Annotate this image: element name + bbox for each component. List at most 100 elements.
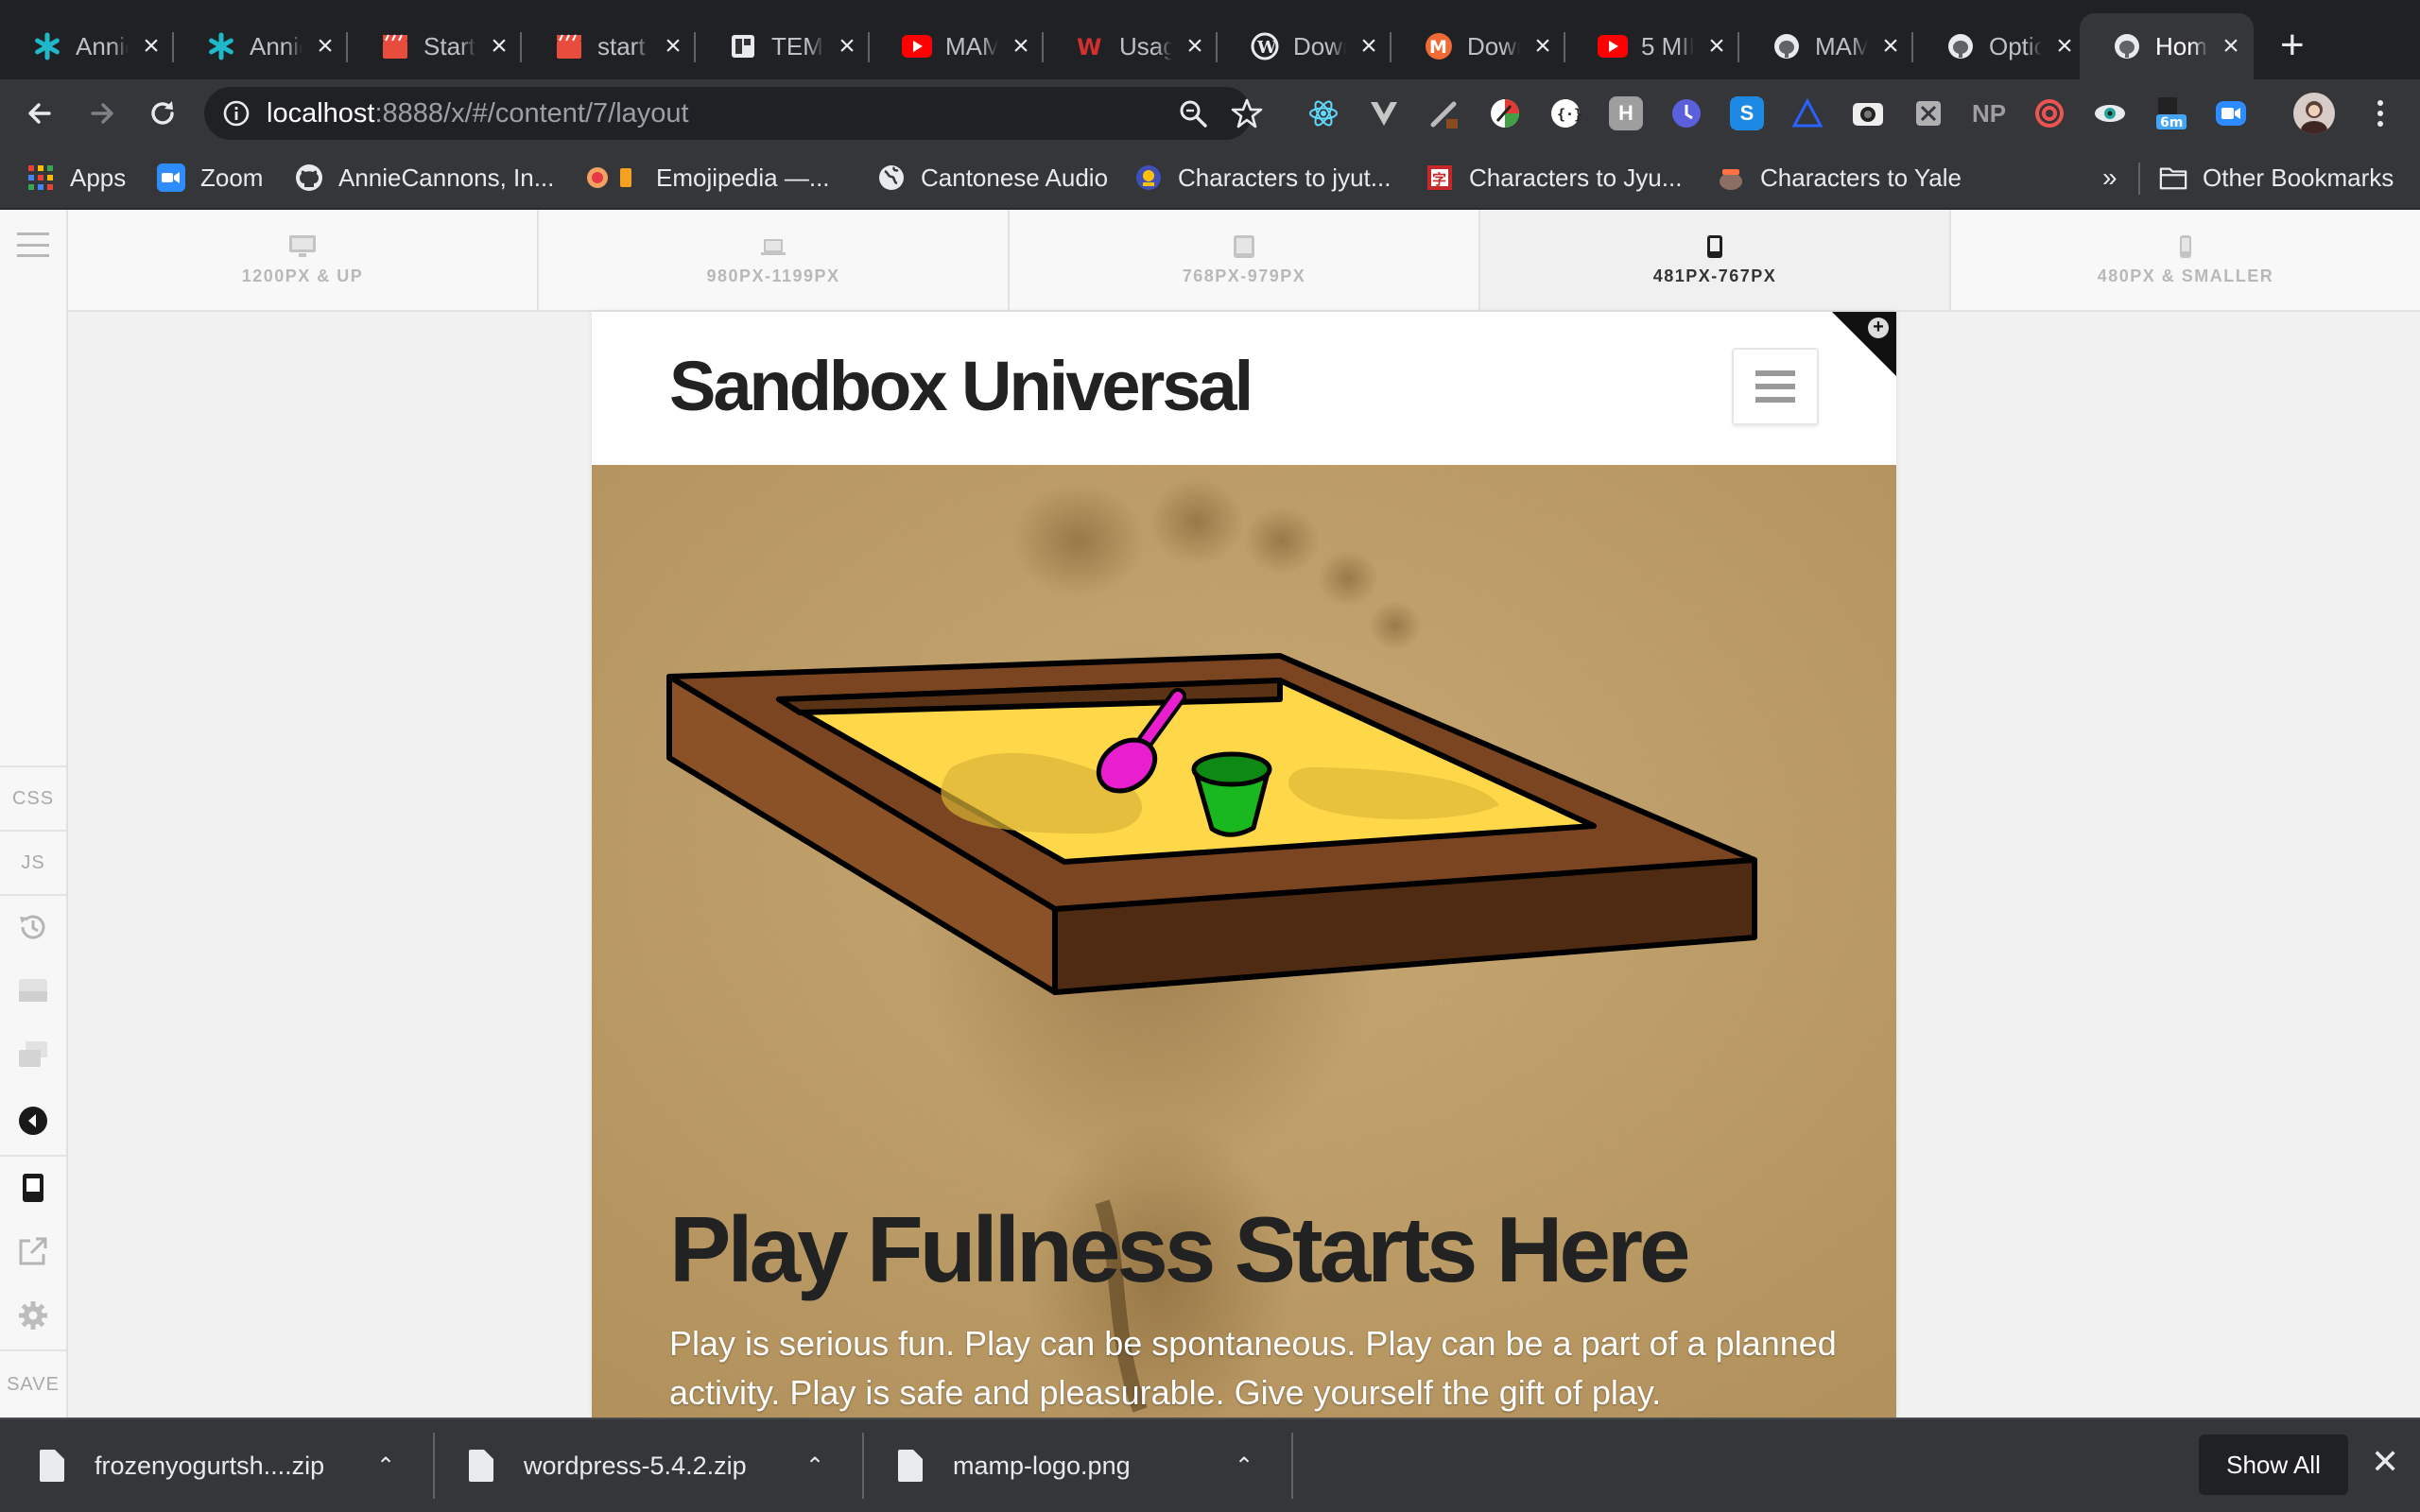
brush-icon[interactable] xyxy=(1427,96,1461,130)
puzzle-icon[interactable] xyxy=(1911,96,1945,130)
tab-close-icon[interactable]: × xyxy=(662,30,684,62)
tab-close-icon[interactable]: × xyxy=(1357,30,1380,62)
zip-file-icon xyxy=(469,1450,493,1482)
eye-icon[interactable] xyxy=(2093,96,2127,130)
info-icon[interactable] xyxy=(223,100,250,131)
back-button[interactable] xyxy=(19,93,60,134)
tab-close-icon[interactable]: × xyxy=(488,30,510,62)
reload-icon xyxy=(151,101,174,125)
tab-close-icon[interactable]: × xyxy=(1010,30,1032,62)
history-button[interactable] xyxy=(0,894,66,958)
show-all-button[interactable]: Show All xyxy=(2199,1435,2348,1495)
profile-avatar[interactable] xyxy=(2293,93,2335,134)
tab-close-icon[interactable]: × xyxy=(2220,30,2242,62)
colorpick-icon[interactable] xyxy=(1488,96,1522,130)
tab-close-icon[interactable]: × xyxy=(2053,30,2076,62)
zoom-magnifier-icon[interactable] xyxy=(1178,98,1208,133)
open-external-button[interactable] xyxy=(0,1219,66,1283)
bookmark-apps[interactable]: Apps xyxy=(26,161,126,195)
mobile-menu-button[interactable] xyxy=(1732,348,1819,425)
forward-button[interactable] xyxy=(81,93,123,134)
download-item[interactable]: wordpress-5.4.2.zip ⌃ xyxy=(469,1419,864,1512)
spiral-icon[interactable] xyxy=(2032,96,2066,130)
bookmarks-overflow-button[interactable]: » xyxy=(2102,161,2118,195)
reload-button[interactable] xyxy=(142,93,183,134)
breakpoint-phone[interactable]: 480PX & SMALLER xyxy=(1951,210,2420,310)
stack-button[interactable] xyxy=(0,1022,66,1087)
page-builder: CSS JS SAVE 1200PX & UP 980PX-1199PX 768… xyxy=(0,210,2420,1418)
tab-close-icon[interactable]: × xyxy=(1705,30,1728,62)
tab[interactable]: TEMPLATE × xyxy=(696,13,870,79)
save-button[interactable]: SAVE xyxy=(0,1349,66,1418)
tab[interactable]: Options × xyxy=(1913,13,2087,79)
tab-label: Download xyxy=(1293,31,1346,60)
address-bar[interactable]: localhost:8888/x/#/content/7/layout xyxy=(204,87,1263,140)
tab[interactable]: MAMP × xyxy=(1739,13,1913,79)
kebab-menu-icon[interactable] xyxy=(2361,94,2399,132)
site-title[interactable]: Sandbox Universal xyxy=(669,346,1253,426)
chevron-up-icon[interactable]: ⌃ xyxy=(796,1452,834,1480)
np-icon[interactable]: NP xyxy=(1972,96,2006,130)
tab-close-icon[interactable]: × xyxy=(1184,30,1206,62)
bookmark-emojipedia[interactable]: Emojipedia —... xyxy=(586,161,830,195)
js-button[interactable]: JS xyxy=(0,830,66,894)
tab-close-icon[interactable]: × xyxy=(1879,30,1902,62)
wordpress-icon: W xyxy=(1250,31,1280,61)
site-preview[interactable]: Sandbox Universal + Play Fullness Starts… xyxy=(592,312,1896,1418)
tab-close-icon[interactable]: × xyxy=(836,30,858,62)
browser-toolbar: localhost:8888/x/#/content/7/layout {·} … xyxy=(0,79,2420,147)
hamburger-icon[interactable] xyxy=(17,232,49,257)
chevron-up-icon[interactable]: ⌃ xyxy=(1225,1452,1263,1480)
tab[interactable]: M Download × xyxy=(1392,13,1565,79)
bookmark-characters-jyu[interactable]: 字 Characters to Jyu... xyxy=(1426,161,1682,195)
add-module-icon[interactable]: + xyxy=(1868,318,1889,338)
tab[interactable]: Start × xyxy=(348,13,522,79)
url-text[interactable]: localhost:8888/x/#/content/7/layout xyxy=(267,98,689,129)
breakpoint-laptop[interactable]: 980PX-1199PX xyxy=(539,210,1010,310)
triangle-icon[interactable] xyxy=(1790,96,1824,130)
tab[interactable]: W Download × xyxy=(1218,13,1392,79)
zoom-icon[interactable] xyxy=(2214,96,2248,130)
download-item[interactable]: mamp-logo.png ⌃ xyxy=(898,1419,1293,1512)
preview-toggle-button[interactable] xyxy=(0,1089,66,1153)
settings-button[interactable] xyxy=(0,1283,66,1348)
hero-title[interactable]: Play Fullness Starts Here xyxy=(669,1196,1691,1303)
responsive-mode-button[interactable] xyxy=(0,1155,66,1219)
h-icon[interactable]: H xyxy=(1609,96,1643,130)
tab-close-icon[interactable]: × xyxy=(314,30,337,62)
tab[interactable]: MAMP × xyxy=(870,13,1044,79)
youtube-icon xyxy=(1598,31,1628,61)
tab[interactable]: W Usage × xyxy=(1044,13,1218,79)
tab[interactable]: AnnieCannons × xyxy=(0,13,174,79)
layout-panel-button[interactable] xyxy=(0,958,66,1022)
bookmark-star-icon[interactable] xyxy=(1231,97,1263,134)
css-button[interactable]: CSS xyxy=(0,765,66,830)
react-icon[interactable] xyxy=(1306,96,1340,130)
chevron-up-icon[interactable]: ⌃ xyxy=(367,1452,405,1480)
camera-icon[interactable] xyxy=(1851,96,1885,130)
s-icon[interactable]: S xyxy=(1730,96,1764,130)
bookmark-characters-yale[interactable]: Characters to Yale xyxy=(1717,161,1962,195)
bookmark-cantonese-audio[interactable]: Cantonese Audio xyxy=(877,161,1108,195)
new-tab-button[interactable]: + xyxy=(2280,25,2305,66)
clock-icon[interactable] xyxy=(1669,96,1703,130)
tab[interactable]: AnnieCannons × xyxy=(174,13,348,79)
other-bookmarks[interactable]: Other Bookmarks xyxy=(2159,161,2394,195)
tab-close-icon[interactable]: × xyxy=(1531,30,1554,62)
tab[interactable]: 5 MIN × xyxy=(1565,13,1739,79)
close-icon[interactable]: ✕ xyxy=(2371,1442,2399,1482)
json-icon[interactable]: {·} xyxy=(1548,96,1582,130)
bookmark-anniecannons[interactable]: AnnieCannons, In... xyxy=(295,161,554,195)
breakpoint-tablet[interactable]: 768PX-979PX xyxy=(1010,210,1480,310)
breakpoint-phone-landscape[interactable]: 481PX-767PX xyxy=(1480,210,1951,310)
hero-text[interactable]: Play is serious fun. Play can be spontan… xyxy=(669,1319,1841,1418)
tab[interactable]: start × xyxy=(522,13,696,79)
bookmark-zoom[interactable]: Zoom xyxy=(157,161,263,195)
tab-close-icon[interactable]: × xyxy=(140,30,163,62)
breakpoint-desktop[interactable]: 1200PX & UP xyxy=(68,210,539,310)
vue-icon[interactable] xyxy=(1367,96,1401,130)
tab-active[interactable]: Home × xyxy=(2080,13,2254,79)
bookmark-characters-jyutping[interactable]: Characters to jyut... xyxy=(1134,161,1391,195)
timer-icon[interactable]: 6m xyxy=(2153,96,2187,130)
download-item[interactable]: frozenyogurtsh....zip ⌃ xyxy=(40,1419,435,1512)
